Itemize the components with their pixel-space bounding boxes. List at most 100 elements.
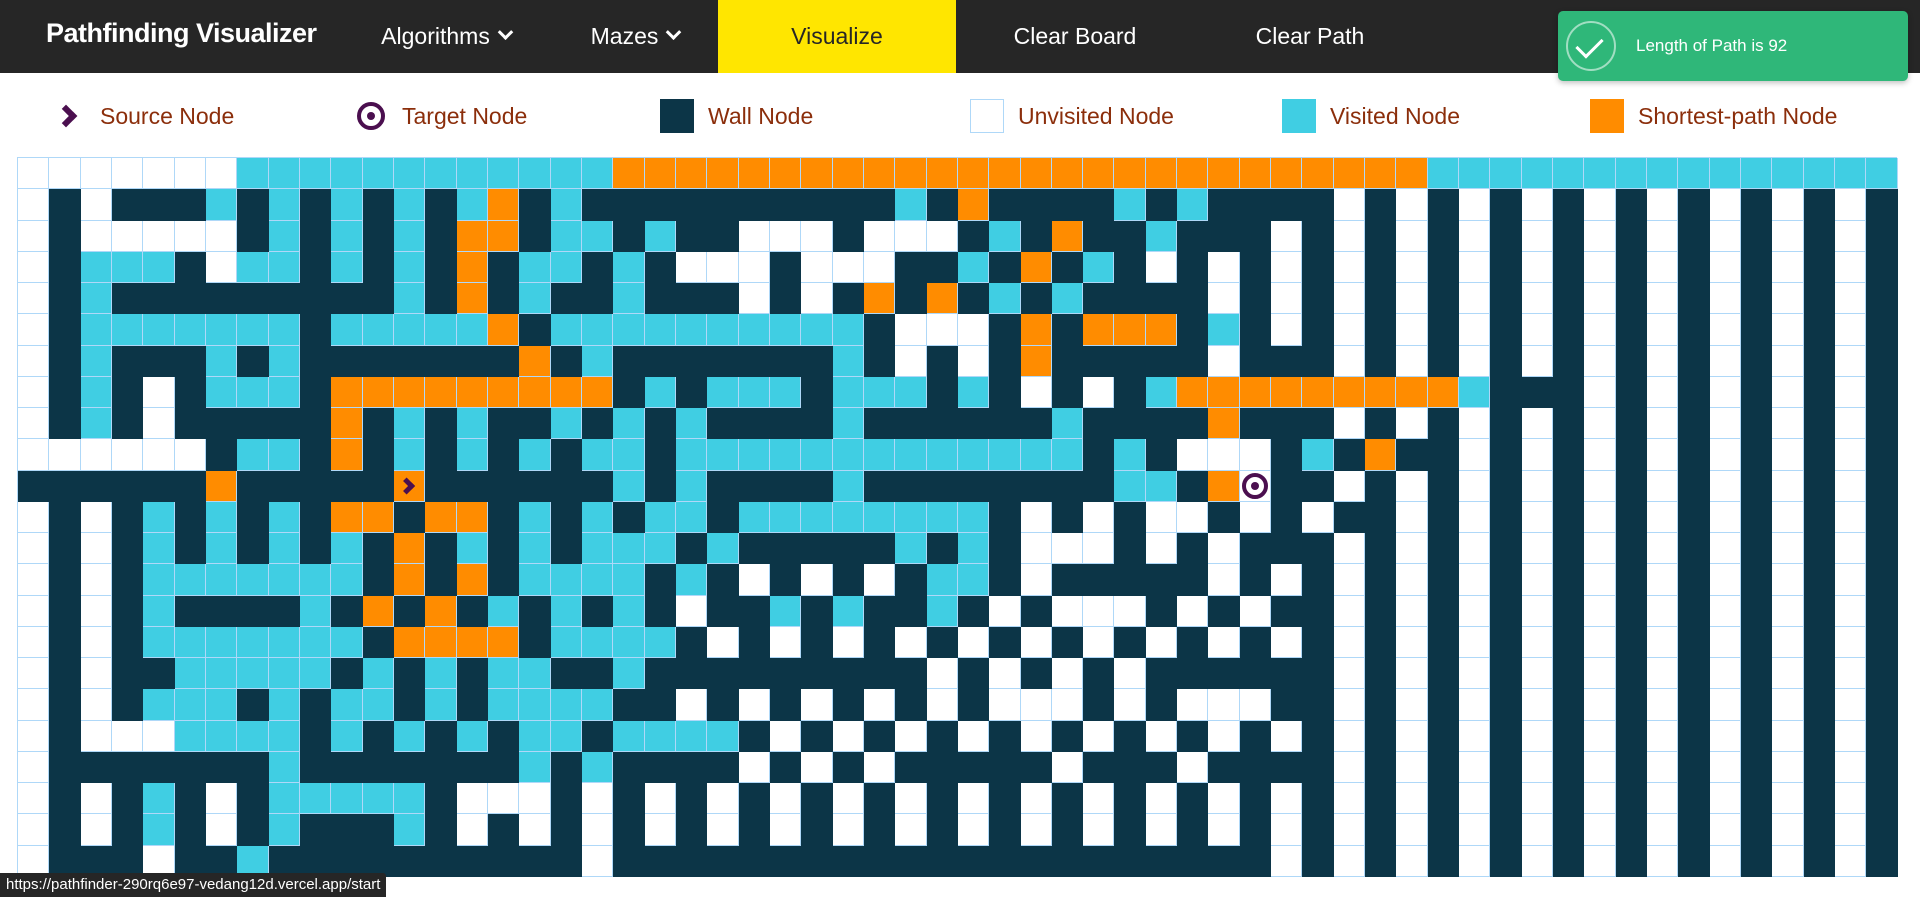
grid-cell-unvisited[interactable]: [519, 814, 551, 846]
grid-cell-unvisited[interactable]: [926, 658, 958, 690]
grid-cell-unvisited[interactable]: [1772, 814, 1804, 846]
grid-cell-shortest-path[interactable]: [1051, 220, 1084, 252]
grid-cell-unvisited[interactable]: [1772, 626, 1804, 658]
grid-cell-wall[interactable]: [1741, 720, 1773, 752]
grid-cell-unvisited[interactable]: [1584, 408, 1616, 440]
grid-cell-wall[interactable]: [1615, 345, 1648, 377]
grid-cell-wall[interactable]: [1615, 251, 1648, 283]
grid-cell-wall[interactable]: [1114, 626, 1146, 658]
grid-cell-wall[interactable]: [174, 251, 206, 283]
grid-cell-visited[interactable]: [1114, 470, 1146, 502]
grid-cell-visited[interactable]: [1866, 158, 1898, 190]
grid-cell-unvisited[interactable]: [1584, 845, 1616, 877]
grid-cell-wall[interactable]: [1741, 408, 1773, 440]
grid-cell-visited[interactable]: [675, 470, 708, 502]
grid-cell-wall[interactable]: [519, 189, 551, 221]
grid-cell-visited[interactable]: [174, 689, 206, 721]
grid-cell-unvisited[interactable]: [18, 439, 50, 471]
grid-cell-visited[interactable]: [143, 689, 175, 721]
grid-cell-unvisited[interactable]: [18, 314, 50, 346]
grid-cell-unvisited[interactable]: [1333, 533, 1366, 565]
grid-cell-unvisited[interactable]: [18, 251, 50, 283]
grid-cell-wall[interactable]: [926, 408, 958, 440]
grid-cell-visited[interactable]: [926, 595, 958, 627]
grid-cell-unvisited[interactable]: [1459, 564, 1491, 596]
grid-cell-unvisited[interactable]: [1020, 533, 1052, 565]
grid-cell-shortest-path[interactable]: [487, 220, 520, 252]
grid-cell-unvisited[interactable]: [1709, 783, 1742, 815]
grid-cell-wall[interactable]: [675, 626, 708, 658]
grid-cell-wall[interactable]: [1083, 658, 1115, 690]
grid-cell-wall[interactable]: [1427, 658, 1460, 690]
grid-cell-wall[interactable]: [237, 408, 269, 440]
grid-cell-wall[interactable]: [1020, 845, 1052, 877]
grid-cell-wall[interactable]: [268, 595, 300, 627]
grid-cell-visited[interactable]: [832, 408, 864, 440]
grid-cell-visited[interactable]: [738, 501, 770, 533]
grid-cell-unvisited[interactable]: [1521, 408, 1554, 440]
grid-cell-shortest-path[interactable]: [1177, 376, 1209, 408]
grid-cell-shortest-path[interactable]: [895, 158, 927, 190]
grid-cell-wall[interactable]: [957, 751, 990, 783]
grid-cell-unvisited[interactable]: [1083, 626, 1115, 658]
grid-cell-wall[interactable]: [1239, 408, 1272, 440]
grid-cell-wall[interactable]: [237, 189, 269, 221]
grid-cell-wall[interactable]: [613, 345, 645, 377]
grid-cell-wall[interactable]: [707, 283, 739, 315]
grid-cell-unvisited[interactable]: [1521, 189, 1554, 221]
grid-cell-unvisited[interactable]: [1709, 533, 1742, 565]
grid-cell-visited[interactable]: [456, 408, 488, 440]
grid-cell-wall[interactable]: [425, 283, 457, 315]
grid-cell-visited[interactable]: [1803, 158, 1836, 190]
grid-cell-wall[interactable]: [801, 658, 833, 690]
grid-cell-wall[interactable]: [1490, 845, 1522, 877]
grid-cell-shortest-path[interactable]: [205, 470, 238, 502]
grid-cell-shortest-path[interactable]: [769, 158, 802, 190]
grid-cell-wall[interactable]: [769, 408, 802, 440]
grid-cell-visited[interactable]: [299, 626, 332, 658]
grid-cell-unvisited[interactable]: [1239, 595, 1272, 627]
grid-cell-wall[interactable]: [832, 564, 864, 596]
grid-cell-visited[interactable]: [362, 689, 394, 721]
grid-cell-wall[interactable]: [49, 564, 81, 596]
grid-cell-wall[interactable]: [832, 751, 864, 783]
grid-cell-unvisited[interactable]: [1709, 814, 1742, 846]
grid-cell-visited[interactable]: [393, 158, 426, 190]
grid-cell-unvisited[interactable]: [644, 814, 676, 846]
grid-cell-unvisited[interactable]: [1835, 408, 1867, 440]
grid-cell-visited[interactable]: [1647, 158, 1679, 190]
grid-cell-visited[interactable]: [613, 283, 645, 315]
grid-cell-wall[interactable]: [299, 814, 332, 846]
grid-cell-wall[interactable]: [1490, 751, 1522, 783]
grid-cell-visited[interactable]: [268, 158, 300, 190]
grid-cell-wall[interactable]: [487, 345, 520, 377]
grid-cell-shortest-path[interactable]: [331, 408, 363, 440]
grid-cell-unvisited[interactable]: [957, 626, 990, 658]
grid-cell-unvisited[interactable]: [1647, 251, 1679, 283]
grid-cell-unvisited[interactable]: [1835, 283, 1867, 315]
grid-cell-wall[interactable]: [1208, 751, 1240, 783]
grid-cell-visited[interactable]: [581, 345, 614, 377]
grid-cell-unvisited[interactable]: [1114, 595, 1146, 627]
grid-cell-visited[interactable]: [738, 376, 770, 408]
grid-cell-wall[interactable]: [738, 345, 770, 377]
grid-cell-unvisited[interactable]: [1114, 658, 1146, 690]
grid-cell-wall[interactable]: [1490, 283, 1522, 315]
grid-cell-wall[interactable]: [863, 533, 896, 565]
grid-cell-unvisited[interactable]: [1835, 251, 1867, 283]
grid-cell-visited[interactable]: [644, 533, 676, 565]
grid-cell-unvisited[interactable]: [1647, 439, 1679, 471]
grid-cell-unvisited[interactable]: [863, 689, 896, 721]
grid-cell-wall[interactable]: [1365, 595, 1397, 627]
grid-cell-visited[interactable]: [1521, 158, 1554, 190]
grid-cell-visited[interactable]: [205, 533, 238, 565]
grid-cell-wall[interactable]: [1396, 439, 1428, 471]
grid-cell-wall[interactable]: [613, 376, 645, 408]
grid-cell-wall[interactable]: [237, 345, 269, 377]
grid-cell-wall[interactable]: [707, 689, 739, 721]
grid-cell-visited[interactable]: [143, 501, 175, 533]
grid-cell-unvisited[interactable]: [1772, 439, 1804, 471]
grid-cell-shortest-path[interactable]: [957, 189, 990, 221]
grid-cell-visited[interactable]: [1459, 376, 1491, 408]
grid-cell-visited[interactable]: [1835, 158, 1867, 190]
